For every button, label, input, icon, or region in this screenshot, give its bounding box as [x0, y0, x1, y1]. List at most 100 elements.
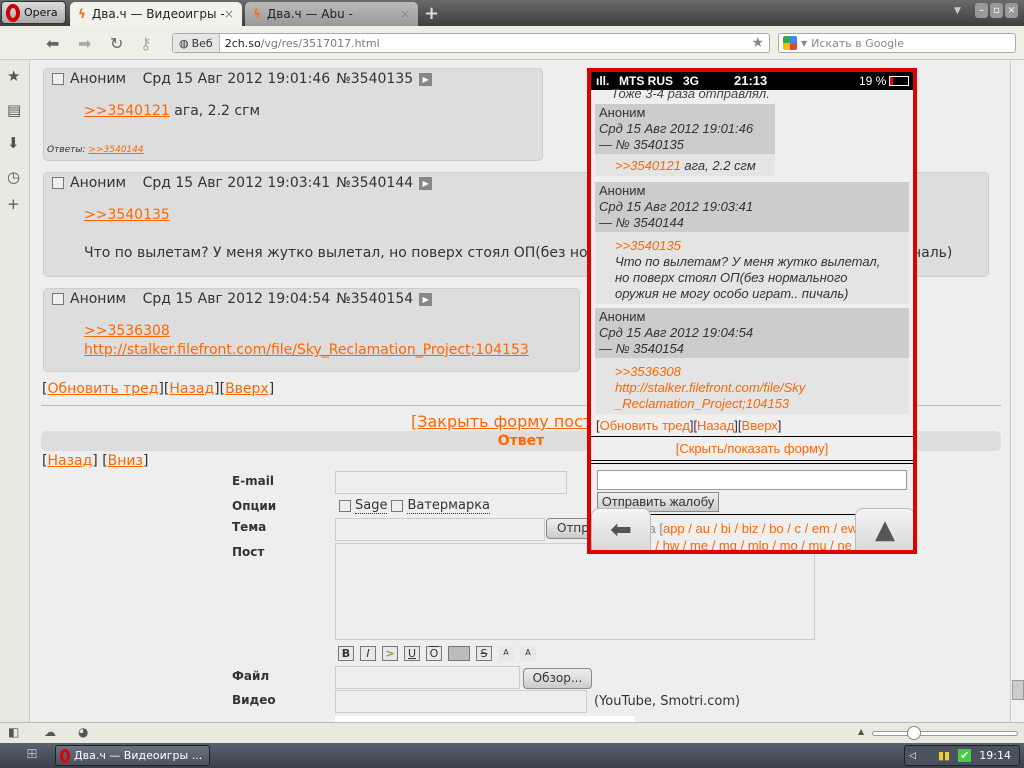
post-reference-link[interactable]: >>3540135 — [615, 238, 681, 253]
up-link[interactable]: Вверх — [742, 418, 778, 433]
post-textarea[interactable] — [335, 543, 815, 640]
zoom-reset-icon[interactable]: ▲ — [858, 727, 864, 736]
subject-field[interactable] — [335, 518, 545, 541]
watermark-checkbox[interactable] — [391, 500, 404, 512]
replies-label: Ответы: — [47, 145, 86, 155]
email-field[interactable] — [335, 471, 567, 494]
strike-button[interactable]: S — [476, 646, 492, 661]
downloads-icon[interactable]: ⬇ — [7, 134, 20, 152]
post-date: Срд 15 Авг 2012 19:01:46 — [599, 121, 754, 136]
close-icon[interactable]: × — [1005, 3, 1018, 18]
post-number[interactable]: — № 3540144 — [599, 215, 905, 231]
panel-toggle-icon[interactable]: ◧ — [8, 725, 19, 739]
turbo-icon[interactable]: ◕ — [78, 725, 88, 739]
minimize-icon[interactable]: – — [975, 3, 988, 18]
underline-button[interactable]: U — [404, 646, 420, 661]
phone-post: Аноним Срд 15 Авг 2012 19:03:41— № 354014… — [595, 182, 909, 304]
new-tab-button[interactable]: + — [424, 3, 439, 24]
post-reference-link[interactable]: >>3540121 — [615, 158, 681, 173]
bookmark-star-icon[interactable]: ★ — [751, 35, 769, 51]
subscript-button[interactable]: A — [520, 646, 536, 661]
up-link[interactable]: Вверх — [225, 381, 269, 397]
opera-menu-button[interactable]: Opera — [1, 1, 66, 24]
post-number[interactable]: — № 3540135 — [599, 137, 771, 153]
zoom-slider-handle[interactable] — [907, 726, 921, 740]
sage-checkbox[interactable] — [339, 500, 351, 512]
overline-button[interactable]: O — [426, 646, 442, 661]
post-header: Аноним Срд 15 Авг 2012 19:04:54 №3540154 ▶ — [52, 291, 433, 307]
back-link[interactable]: Назад — [697, 418, 734, 433]
file-field[interactable] — [335, 666, 520, 689]
back-arrow-button[interactable]: ⬅ — [591, 508, 651, 550]
taskbar-opera-window[interactable]: Два.ч — Видеоигры ... — [55, 745, 210, 766]
reload-icon[interactable]: ↻ — [110, 34, 123, 53]
unite-icon[interactable]: ☁ — [44, 725, 56, 739]
close-form-link[interactable]: [Закрыть форму пост — [411, 412, 592, 431]
restore-icon[interactable]: ▫ — [990, 3, 1003, 18]
window-controls: – ▫ × — [975, 3, 1018, 18]
vertical-scrollbar[interactable] — [1010, 60, 1024, 722]
zoom-slider[interactable] — [872, 726, 1018, 740]
video-field[interactable] — [335, 690, 587, 713]
reply-link[interactable]: >>3540144 — [88, 145, 143, 155]
post-reference-link[interactable]: >>3536308 — [84, 323, 170, 339]
expand-icon[interactable]: ▶ — [419, 176, 433, 190]
complaint-input[interactable] — [597, 470, 907, 490]
post-author: Аноним — [70, 71, 127, 87]
battery-percent: 19 % — [859, 74, 887, 88]
down-link[interactable]: Вниз — [108, 453, 143, 469]
post-reference-link[interactable]: >>3536308 — [615, 364, 681, 379]
quote-button[interactable]: > — [382, 646, 398, 661]
notes-icon[interactable]: ▤ — [7, 101, 21, 119]
post-number[interactable]: — № 3540154 — [599, 341, 905, 357]
start-icon[interactable]: ⊞ — [26, 746, 38, 762]
refresh-thread-link[interactable]: Обновить тред — [600, 418, 690, 433]
close-tab-icon[interactable]: × — [400, 7, 410, 21]
forward-icon[interactable]: ➡ — [78, 34, 91, 53]
post-checkbox[interactable] — [52, 293, 64, 305]
browse-button[interactable]: Обзор... — [523, 668, 592, 689]
external-link[interactable]: http://stalker.filefront.com/file/Sky_Re… — [615, 380, 805, 411]
key-icon[interactable]: ⚷ — [140, 34, 152, 53]
post-reference-link[interactable]: >>3540121 — [84, 103, 170, 119]
boards-links[interactable]: app / au / bi / biz / bo / c / em / ew /… — [663, 521, 886, 536]
phone-post: Аноним Срд 15 Авг 2012 19:01:46— № 354013… — [595, 104, 775, 176]
bold-button[interactable]: B — [338, 646, 354, 661]
post-checkbox[interactable] — [52, 177, 64, 189]
italic-button[interactable]: I — [360, 646, 376, 661]
post-number[interactable]: №3540144 — [336, 175, 413, 191]
tray-expand-icon[interactable]: ◁ — [905, 751, 916, 761]
history-icon[interactable]: ◷ — [7, 168, 20, 186]
security-check-icon[interactable]: ✔ — [958, 749, 972, 762]
external-link[interactable]: http://stalker.filefront.com/file/Sky_Re… — [84, 342, 529, 358]
address-field[interactable]: ◍ Веб 2ch.so/vg/res/3517017.html ★ — [172, 33, 770, 53]
back-icon[interactable]: ⬅ — [46, 34, 59, 53]
back-link[interactable]: Назад — [169, 381, 214, 397]
tab-menu-icon[interactable]: ▼ — [954, 6, 961, 16]
post-checkbox[interactable] — [52, 73, 64, 85]
post-number[interactable]: №3540154 — [336, 291, 413, 307]
post-number[interactable]: №3540135 — [336, 71, 413, 87]
tab-abu[interactable]: ϟ Два.ч — Abu - × — [245, 2, 418, 26]
scrollbar-thumb[interactable] — [1012, 680, 1024, 700]
side-panel: ★ ▤ ⬇ ◷ + — [0, 60, 30, 722]
scroll-top-button[interactable]: ▲ — [855, 508, 913, 550]
tab-videogames[interactable]: ϟ Два.ч — Видеоигры - × — [70, 2, 242, 26]
close-tab-icon[interactable]: × — [224, 7, 234, 21]
superscript-button[interactable]: A — [498, 646, 514, 661]
email-label: E-mail — [232, 474, 275, 488]
back-link[interactable]: Назад — [47, 453, 92, 469]
url-text: 2ch.so/vg/res/3517017.html — [220, 37, 380, 50]
post-reference-link[interactable]: >>3540135 — [84, 207, 170, 223]
toggle-form-link[interactable]: [Скрыть/показать форму] — [591, 441, 913, 456]
spoiler-button[interactable] — [448, 646, 470, 661]
add-panel-icon[interactable]: + — [7, 195, 20, 213]
expand-icon[interactable]: ▶ — [419, 72, 433, 86]
expand-icon[interactable]: ▶ — [419, 292, 433, 306]
opera-label: Opera — [24, 6, 58, 19]
network-icon[interactable]: ▮▮ — [938, 749, 950, 762]
chevron-down-icon[interactable]: ▼ — [801, 39, 807, 48]
search-field[interactable]: ▼ Искать в Google — [778, 33, 1016, 53]
refresh-thread-link[interactable]: Обновить тред — [47, 381, 158, 397]
bookmarks-star-icon[interactable]: ★ — [7, 67, 20, 85]
